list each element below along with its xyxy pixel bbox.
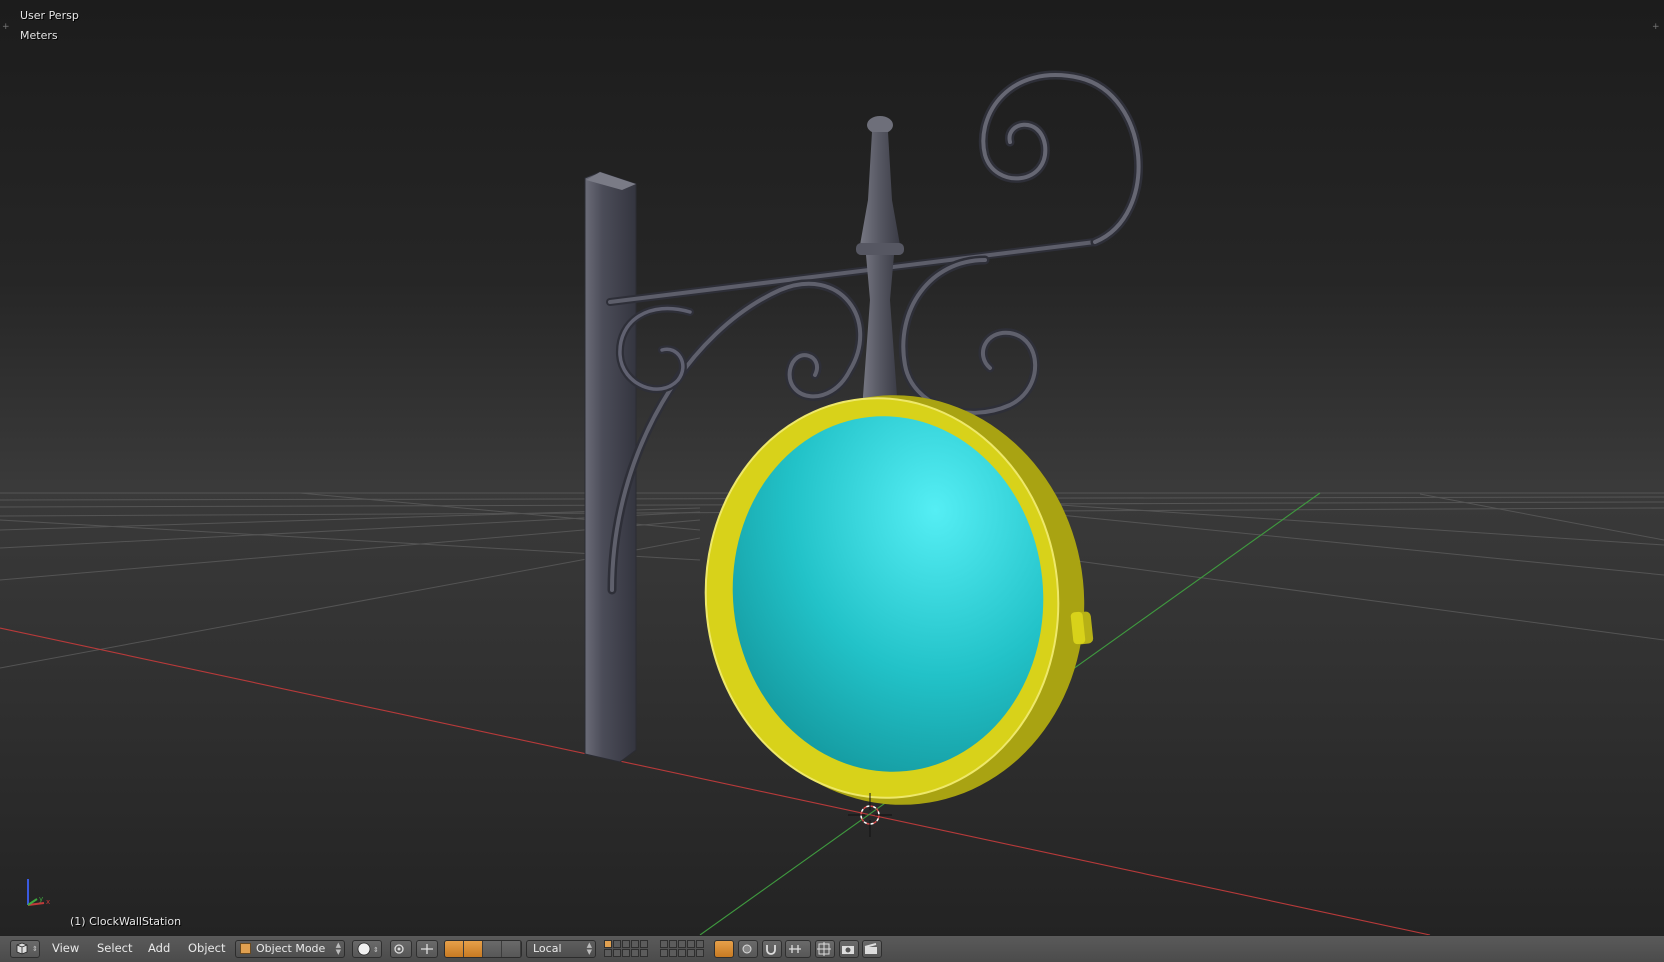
layer-button[interactable]	[604, 940, 612, 948]
viewport-header: ⇕ View Select Add Object Object Mode ▲ ▼ …	[0, 935, 1664, 962]
svg-text:y: y	[39, 895, 43, 903]
layer-button[interactable]	[640, 949, 648, 957]
cube-view-icon: ⇕	[16, 942, 38, 955]
3d-viewport[interactable]: y x User Persp Meters (1) ClockWallStati…	[0, 0, 1664, 935]
station-clock[interactable]	[686, 377, 1104, 824]
area-split-handle-icon[interactable]: +	[2, 22, 12, 32]
layer-buttons-b[interactable]	[660, 940, 704, 958]
render-animation-button[interactable]	[862, 940, 882, 958]
proportional-edit-icon	[742, 944, 752, 954]
snap-target-button[interactable]	[815, 940, 835, 958]
layer-button[interactable]	[687, 949, 695, 957]
x-axis-line	[0, 627, 1431, 935]
layer-button[interactable]	[622, 940, 630, 948]
layer-buttons-a[interactable]	[604, 940, 648, 958]
snap-toggle[interactable]	[762, 940, 782, 958]
viewport-shading-selector[interactable]: ⇕	[352, 940, 382, 958]
layer-button[interactable]	[696, 949, 704, 957]
manipulator-toggle[interactable]	[416, 940, 438, 958]
units-label: Meters	[20, 29, 58, 42]
layer-button[interactable]	[631, 940, 639, 948]
object-cube-icon	[240, 943, 251, 954]
render-opengl-button[interactable]	[839, 940, 859, 958]
svg-text:⇕: ⇕	[32, 945, 38, 953]
menu-object[interactable]: Object	[188, 941, 225, 955]
layer-button[interactable]	[669, 940, 677, 948]
scene-canvas[interactable]: y x	[0, 0, 1664, 935]
layer-button[interactable]	[613, 949, 621, 957]
scale-manipulator-icon[interactable]	[483, 941, 502, 957]
mode-selector[interactable]: Object Mode ▲ ▼	[235, 940, 345, 958]
svg-text:⇕: ⇕	[373, 946, 379, 954]
axis-gizmo-icon: y x	[27, 879, 50, 906]
layer-button[interactable]	[622, 949, 630, 957]
svg-text:x: x	[46, 898, 50, 906]
updown-arrow-icon: ▲ ▼	[586, 941, 592, 956]
editor-type-selector[interactable]: ⇕	[10, 940, 40, 958]
layer-button[interactable]	[678, 940, 686, 948]
menu-view[interactable]: View	[52, 941, 79, 955]
manipulator-icon	[421, 944, 433, 954]
layer-button[interactable]	[678, 949, 686, 957]
menu-select[interactable]: Select	[97, 941, 132, 955]
menu-add[interactable]: Add	[148, 941, 170, 955]
area-split-handle-icon[interactable]: +	[1652, 22, 1662, 32]
layer-button[interactable]	[660, 940, 668, 948]
layer-button[interactable]	[631, 949, 639, 957]
snap-element-selector[interactable]	[785, 940, 811, 958]
active-object-label: (1) ClockWallStation	[70, 915, 182, 928]
layer-button[interactable]	[640, 940, 648, 948]
transform-orientation-selector[interactable]: Local ▲ ▼	[526, 940, 596, 958]
mode-label: Object Mode	[256, 942, 326, 955]
magnet-icon	[766, 945, 776, 955]
layer-button[interactable]	[669, 949, 677, 957]
transform-orientation-icon[interactable]	[502, 941, 521, 957]
snap-element-icon	[789, 945, 801, 953]
clapper-icon	[864, 943, 877, 954]
layer-button[interactable]	[613, 940, 621, 948]
layer-button[interactable]	[604, 949, 612, 957]
lock-layers-button[interactable]	[714, 940, 734, 958]
pivot-point-selector[interactable]	[390, 940, 412, 958]
translate-manipulator-icon[interactable]	[445, 941, 464, 957]
view-name-label: User Persp	[20, 9, 79, 22]
rotate-manipulator-icon[interactable]	[464, 941, 483, 957]
proportional-edit-button[interactable]	[738, 940, 758, 958]
solid-sphere-icon: ⇕	[357, 942, 379, 956]
layer-button[interactable]	[660, 949, 668, 957]
layer-button[interactable]	[696, 940, 704, 948]
orientation-label: Local	[533, 942, 562, 955]
snap-target-icon	[817, 942, 831, 956]
layer-button[interactable]	[687, 940, 695, 948]
camera-icon	[842, 946, 854, 954]
pivot-icon	[394, 944, 404, 954]
updown-arrow-icon: ▲ ▼	[335, 941, 341, 956]
transform-manipulators[interactable]	[444, 940, 522, 958]
